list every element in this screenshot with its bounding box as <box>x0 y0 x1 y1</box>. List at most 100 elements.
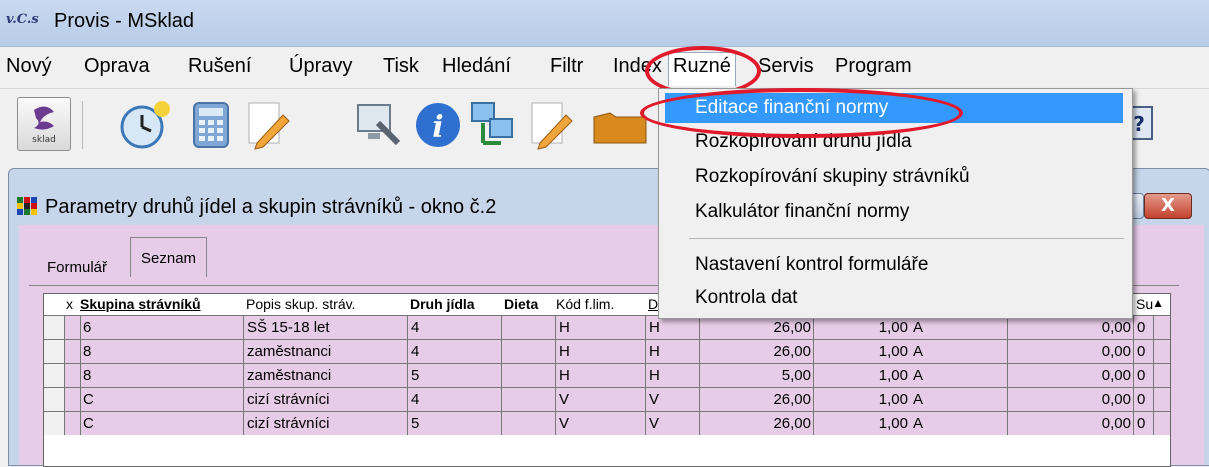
menu-item-kalkulator-financni-normy[interactable]: Kalkulátor finanční normy <box>695 201 909 223</box>
cell-value: 26,00 <box>700 388 814 411</box>
row-marker <box>64 316 81 339</box>
sklad-button[interactable]: sklad <box>17 97 71 151</box>
tab-formular[interactable]: Formulář <box>39 255 115 280</box>
table-row[interactable]: C cizí strávníci 5 V V 26,00 1,00 A 0,00… <box>44 411 1170 435</box>
cell-kod: H <box>556 316 646 339</box>
menu-bar: Nový Oprava Rušení Úpravy Tisk Hledání F… <box>0 47 1209 88</box>
table-row[interactable]: 8 zaměstnanci 5 H H 5,00 1,00 A 0,00 0 <box>44 363 1170 387</box>
cell-su: 0 <box>1134 364 1154 387</box>
cell-amount: 0,00 <box>1008 388 1134 411</box>
table-row[interactable]: C cizí strávníci 4 V V 26,00 1,00 A 0,00… <box>44 387 1170 411</box>
cell-amount: 0,00 <box>1008 364 1134 387</box>
cell-value: 26,00 <box>700 316 814 339</box>
column-header-druh[interactable]: Druh jídla <box>410 294 502 315</box>
cell-druh: 5 <box>408 364 502 387</box>
edit2-button[interactable] <box>526 97 578 150</box>
cell-d: H <box>646 316 700 339</box>
column-header-kod[interactable]: Kód f.lim. <box>556 294 646 315</box>
network-button[interactable] <box>468 97 520 149</box>
cell-d: H <box>646 364 700 387</box>
cell-amount: 0,00 <box>1008 340 1134 363</box>
menu-novy[interactable]: Nový <box>6 55 52 78</box>
cell-d: V <box>646 412 700 435</box>
column-header-skupina[interactable]: Skupina strávníků <box>80 294 240 315</box>
cell-druh: 4 <box>408 340 502 363</box>
data-grid[interactable]: x Skupina strávníků Popis skup. stráv. D… <box>43 293 1171 467</box>
computer-tools-icon <box>357 104 401 146</box>
calculator-icon <box>193 102 229 148</box>
folder-icon <box>593 112 647 144</box>
row-marker <box>64 364 81 387</box>
title-bar: v.C.s Provis - MSklad <box>0 0 1209 47</box>
menu-upravy[interactable]: Úpravy <box>289 55 352 78</box>
menu-item-rozkopirovani-skupiny-stravniku[interactable]: Rozkopírování skupiny strávníků <box>695 166 970 188</box>
row-selector[interactable] <box>44 388 65 411</box>
svg-text:?: ? <box>1133 112 1145 136</box>
window-title: Provis - MSklad <box>54 10 195 32</box>
column-header-popis[interactable]: Popis skup. stráv. <box>246 294 406 315</box>
table-row[interactable]: 8 zaměstnanci 4 H H 26,00 1,00 A 0,00 0 <box>44 339 1170 363</box>
sklad-logo-icon: sklad <box>32 106 56 145</box>
cell-flag: A <box>910 316 1008 339</box>
menu-oprava[interactable]: Oprava <box>84 55 150 78</box>
close-button[interactable]: X <box>1144 193 1192 219</box>
row-selector[interactable] <box>44 340 65 363</box>
sklad-label: sklad <box>32 135 56 145</box>
app-logo-icon: v.C.s <box>6 12 39 27</box>
annotation-ring-editace <box>640 88 963 138</box>
cell-su: 0 <box>1134 316 1154 339</box>
menu-servis[interactable]: Servis <box>758 55 814 78</box>
menu-ruseni[interactable]: Rušení <box>188 55 251 78</box>
folder-button[interactable] <box>590 97 647 149</box>
tab-seznam[interactable]: Seznam <box>130 237 208 277</box>
cell-flag: A <box>910 388 1008 411</box>
row-selector[interactable] <box>44 364 65 387</box>
cell-skupina: 8 <box>80 364 244 387</box>
cell-value: 5,00 <box>700 364 814 387</box>
cell-coef: 1,00 <box>878 415 908 432</box>
column-header-dieta[interactable]: Dieta <box>504 294 554 315</box>
window-app-icon <box>17 197 37 215</box>
clock-icon <box>120 101 170 149</box>
cell-dieta <box>502 364 556 387</box>
cell-flag: A <box>910 364 1008 387</box>
cell-popis: cizí strávníci <box>244 388 408 411</box>
menu-separator <box>689 238 1124 239</box>
cell-amount: 0,00 <box>1008 316 1134 339</box>
menu-item-kontrola-dat[interactable]: Kontrola dat <box>695 287 797 309</box>
cell-popis: SŠ 15-18 let <box>244 316 408 339</box>
menu-filtr[interactable]: Filtr <box>550 55 583 78</box>
clock-button[interactable] <box>118 97 170 149</box>
cell-su: 0 <box>1134 340 1154 363</box>
cell-coef: 1,00 <box>878 343 908 360</box>
column-header-x[interactable]: x <box>66 294 76 315</box>
calculator-button[interactable] <box>186 97 238 149</box>
settings-button[interactable] <box>352 97 404 149</box>
edit-button[interactable] <box>243 97 295 150</box>
cell-d: V <box>646 388 700 411</box>
cell-su: 0 <box>1134 388 1154 411</box>
cell-coef: 1,00 <box>878 319 908 336</box>
svg-text:i: i <box>432 110 443 145</box>
row-marker <box>64 388 81 411</box>
edit-pencil-icon <box>531 102 573 150</box>
menu-item-nastaveni-kontrol-formulare[interactable]: Nastavení kontrol formuláře <box>695 254 928 276</box>
cell-druh: 5 <box>408 412 502 435</box>
row-selector[interactable] <box>44 412 65 435</box>
network-computers-icon <box>471 102 513 145</box>
cell-dieta <box>502 340 556 363</box>
toolbar-separator <box>82 101 83 149</box>
menu-hledani[interactable]: Hledání <box>442 55 511 78</box>
scroll-up-arrow-icon[interactable]: ▲ <box>1152 296 1164 310</box>
menu-tisk[interactable]: Tisk <box>383 55 419 78</box>
cell-druh: 4 <box>408 388 502 411</box>
row-selector[interactable] <box>44 316 65 339</box>
info-button[interactable]: i <box>412 97 464 149</box>
cell-coef: 1,00 <box>878 367 908 384</box>
cell-kod: H <box>556 364 646 387</box>
cell-kod: V <box>556 388 646 411</box>
cell-skupina: C <box>80 412 244 435</box>
cell-flag: A <box>910 340 1008 363</box>
cell-popis: zaměstnanci <box>244 340 408 363</box>
menu-program[interactable]: Program <box>835 55 912 78</box>
